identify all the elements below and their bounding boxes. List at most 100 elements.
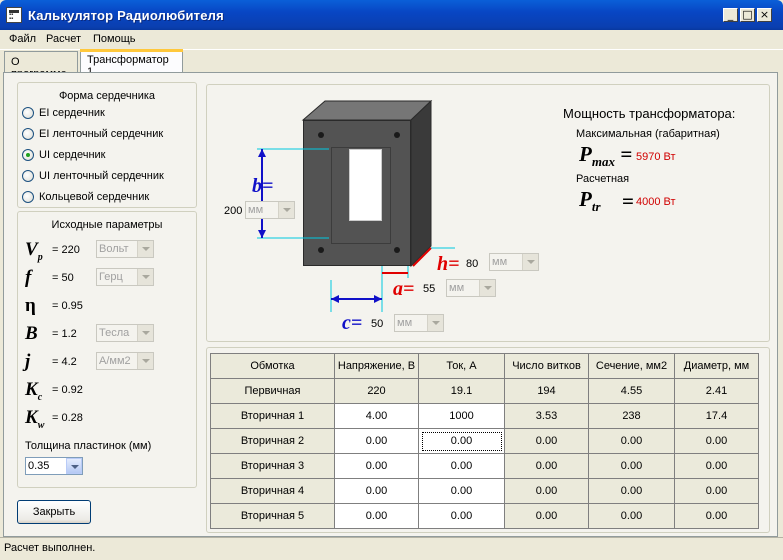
cell-current[interactable]: 0.00 xyxy=(418,503,505,529)
table-header-row: Обмотка Напряжение, В Ток, А Число витко… xyxy=(210,353,759,379)
radio-label: UI ленточный сердечник xyxy=(39,170,164,182)
cell-voltage[interactable]: 0.00 xyxy=(334,478,419,504)
minimize-button[interactable]: _ xyxy=(723,8,738,22)
a-dim-unit-select[interactable]: мм xyxy=(446,279,496,297)
kc-letter: K xyxy=(25,379,38,400)
chevron-down-icon[interactable] xyxy=(137,269,153,285)
c-dim-label: c= xyxy=(342,313,362,333)
status-text: Расчет выполнен. xyxy=(4,542,96,554)
chevron-down-icon[interactable] xyxy=(278,202,294,218)
cell-diameter: 0.00 xyxy=(674,453,759,479)
cell-turns: 0.00 xyxy=(504,503,589,529)
cell-section: 238 xyxy=(588,403,675,429)
c-dim-value[interactable]: 50 xyxy=(371,318,383,330)
kc-value[interactable]: 0.92 xyxy=(62,384,83,396)
cell-diameter: 2.41 xyxy=(674,378,759,404)
h-dim-value[interactable]: 80 xyxy=(466,258,478,270)
thickness-select[interactable]: 0.35 xyxy=(25,457,83,475)
kc-subscript: c xyxy=(37,391,43,403)
tab-transformer-1[interactable]: Трансформатор 1 xyxy=(80,49,183,78)
c-dim-unit-select[interactable]: мм xyxy=(394,314,444,332)
table-row: Вторичная 1 4.00 1000 3.53 238 17.4 xyxy=(210,403,759,429)
chevron-down-icon[interactable] xyxy=(427,315,443,331)
chevron-down-icon[interactable] xyxy=(522,254,538,270)
vp-unit: Вольт xyxy=(99,243,129,255)
cell-section: 4.55 xyxy=(588,378,675,404)
status-bar: Расчет выполнен. xyxy=(0,537,783,560)
b-unit-select[interactable]: Тесла xyxy=(96,324,154,342)
radio-circle[interactable] xyxy=(22,128,34,140)
windings-table: Обмотка Напряжение, В Ток, А Число витко… xyxy=(210,353,759,529)
radio-circle-selected[interactable] xyxy=(22,149,34,161)
b-value[interactable]: 1.2 xyxy=(62,328,77,340)
cell-voltage[interactable]: 4.00 xyxy=(334,403,419,429)
chevron-down-icon[interactable] xyxy=(137,325,153,341)
radio-ui-tape-core[interactable]: UI ленточный сердечник xyxy=(22,169,164,183)
radio-ei-core[interactable]: EI сердечник xyxy=(22,106,105,120)
core-top-face xyxy=(301,100,433,121)
header-section: Сечение, мм2 xyxy=(588,353,675,379)
c-dim-unit: мм xyxy=(397,317,413,329)
radio-label: UI сердечник xyxy=(39,149,106,161)
chevron-down-icon[interactable] xyxy=(137,241,153,257)
radio-circle[interactable] xyxy=(22,191,34,203)
cell-voltage[interactable]: 0.00 xyxy=(334,428,419,454)
radio-toroid-core[interactable]: Кольцевой сердечник xyxy=(22,190,149,204)
radio-ei-tape-core[interactable]: EI ленточный сердечник xyxy=(22,127,163,141)
close-button[interactable]: Закрыть xyxy=(17,500,91,524)
cell-voltage[interactable]: 0.00 xyxy=(334,503,419,529)
menu-help[interactable]: Помощь xyxy=(93,33,136,45)
j-unit-select[interactable]: А/мм2 xyxy=(96,352,154,370)
vp-value[interactable]: 220 xyxy=(62,244,80,256)
tab-about[interactable]: О программе xyxy=(4,51,78,80)
f-letter: f xyxy=(25,267,32,288)
j-letter: j xyxy=(25,351,31,372)
close-window-button[interactable]: × xyxy=(757,8,772,22)
radio-ui-core[interactable]: UI сердечник xyxy=(22,148,105,162)
chevron-down-icon[interactable] xyxy=(479,280,495,296)
vp-unit-select[interactable]: Вольт xyxy=(96,240,154,258)
cell-current[interactable]: 0.00 xyxy=(418,478,505,504)
bolt-hole xyxy=(318,132,324,138)
f-value[interactable]: 50 xyxy=(62,272,74,284)
eta-value[interactable]: 0.95 xyxy=(62,300,83,312)
j-eq: = xyxy=(52,356,59,368)
dimension-lines xyxy=(257,148,455,312)
pmax-letter: P xyxy=(579,142,592,166)
ptr-symbol: Ptr xyxy=(579,189,601,217)
header-voltage: Напряжение, В xyxy=(334,353,419,379)
maximize-button[interactable]: □ xyxy=(740,8,755,22)
header-turns: Число витков xyxy=(504,353,589,379)
b-dim-letter: b xyxy=(252,175,262,197)
header-current: Ток, А xyxy=(418,353,505,379)
f-unit-select[interactable]: Герц xyxy=(96,268,154,286)
b-dim-value[interactable]: 200 xyxy=(224,205,242,217)
cell-current[interactable]: 0.00 xyxy=(418,453,505,479)
menu-file[interactable]: Файл xyxy=(9,33,36,45)
kw-subscript: w xyxy=(37,419,45,431)
kw-value[interactable]: 0.28 xyxy=(62,412,83,424)
pmax-eq: = xyxy=(620,142,633,166)
title-bar[interactable]: Калькулятор Радиолюбителя _ □ × xyxy=(0,0,783,30)
cell-voltage[interactable]: 0.00 xyxy=(334,453,419,479)
row-label: Вторичная 3 xyxy=(210,453,335,479)
menu-calc[interactable]: Расчет xyxy=(46,33,81,45)
b-dim-label: b= xyxy=(252,176,273,196)
h-dim-unit-select[interactable]: мм xyxy=(489,253,539,271)
chevron-down-icon[interactable] xyxy=(66,458,82,474)
b-dim-unit: мм xyxy=(248,204,264,216)
cell-turns: 194 xyxy=(504,378,589,404)
f-eq: = xyxy=(52,272,59,284)
j-value[interactable]: 4.2 xyxy=(62,356,77,368)
cell-current-focused[interactable]: 0.00 xyxy=(418,428,505,454)
param-kw-symbol: Kw xyxy=(25,408,44,435)
b-dim-unit-select[interactable]: мм xyxy=(245,201,295,219)
a-dim-value[interactable]: 55 xyxy=(423,283,435,295)
radio-circle[interactable] xyxy=(22,170,34,182)
param-vp-symbol: Vp xyxy=(25,240,43,267)
power-max-label: Максимальная (габаритная) xyxy=(576,128,720,140)
radio-circle[interactable] xyxy=(22,107,34,119)
chevron-down-icon[interactable] xyxy=(137,353,153,369)
cell-current[interactable]: 1000 xyxy=(418,403,505,429)
cell-diameter: 0.00 xyxy=(674,428,759,454)
